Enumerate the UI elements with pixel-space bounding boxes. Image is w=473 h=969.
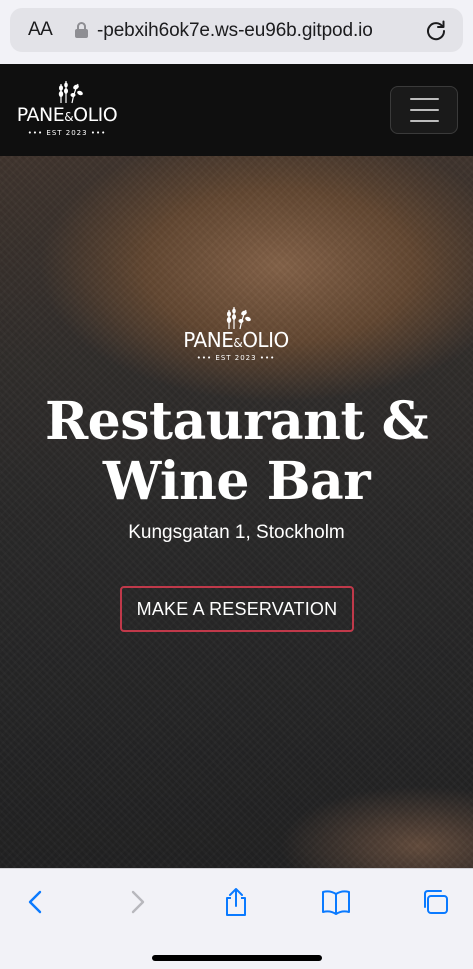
home-indicator bbox=[152, 955, 322, 961]
text-size-button[interactable]: AA bbox=[28, 19, 53, 41]
hero-title-line-1: Restaurant & bbox=[44, 391, 429, 452]
hero-logo: PANE&OLIO ••• EST 2023 ••• bbox=[176, 304, 296, 366]
olive-wheat-logo-icon bbox=[58, 81, 83, 104]
make-reservation-button[interactable]: MAKE A RESERVATION bbox=[120, 586, 354, 632]
navbar-brand-logo[interactable]: PANE&OLIO ••• EST 2023 ••• bbox=[12, 78, 122, 142]
forward-icon[interactable] bbox=[122, 886, 154, 918]
bookmarks-icon[interactable] bbox=[320, 886, 352, 918]
olive-wheat-logo-icon bbox=[226, 307, 251, 330]
hero-brand-wordmark: PANE&OLIO bbox=[183, 328, 289, 352]
hero-brand-established: ••• EST 2023 ••• bbox=[196, 354, 276, 362]
hamburger-icon bbox=[410, 98, 439, 100]
hero-title: Restaurant & Wine Bar bbox=[0, 392, 473, 512]
hero-address: Kungsgatan 1, Stockholm bbox=[128, 522, 345, 543]
hamburger-icon bbox=[410, 120, 439, 122]
url-text[interactable]: -pebxih6ok7e.ws-eu96b.gitpod.io bbox=[97, 20, 373, 42]
hamburger-icon bbox=[410, 109, 439, 111]
url-field[interactable]: AA -pebxih6ok7e.ws-eu96b.gitpod.io bbox=[10, 8, 463, 52]
tabs-icon[interactable] bbox=[420, 886, 452, 918]
reload-icon[interactable] bbox=[424, 18, 448, 42]
share-icon[interactable] bbox=[220, 886, 252, 918]
hero-section: PANE&OLIO ••• EST 2023 ••• Restaurant & … bbox=[0, 156, 473, 868]
lock-icon bbox=[75, 22, 88, 38]
brand-wordmark: PANE&OLIO bbox=[16, 104, 118, 126]
hero-overlay bbox=[0, 156, 473, 868]
back-icon[interactable] bbox=[19, 886, 51, 918]
hero-title-line-2: Wine Bar bbox=[102, 451, 371, 512]
site-navbar: PANE&OLIO ••• EST 2023 ••• bbox=[0, 64, 473, 156]
brand-established: ••• EST 2023 ••• bbox=[27, 129, 107, 137]
browser-toolbar bbox=[0, 868, 473, 969]
navbar-menu-toggle-button[interactable] bbox=[390, 86, 458, 134]
browser-address-bar: AA -pebxih6ok7e.ws-eu96b.gitpod.io bbox=[0, 0, 473, 64]
